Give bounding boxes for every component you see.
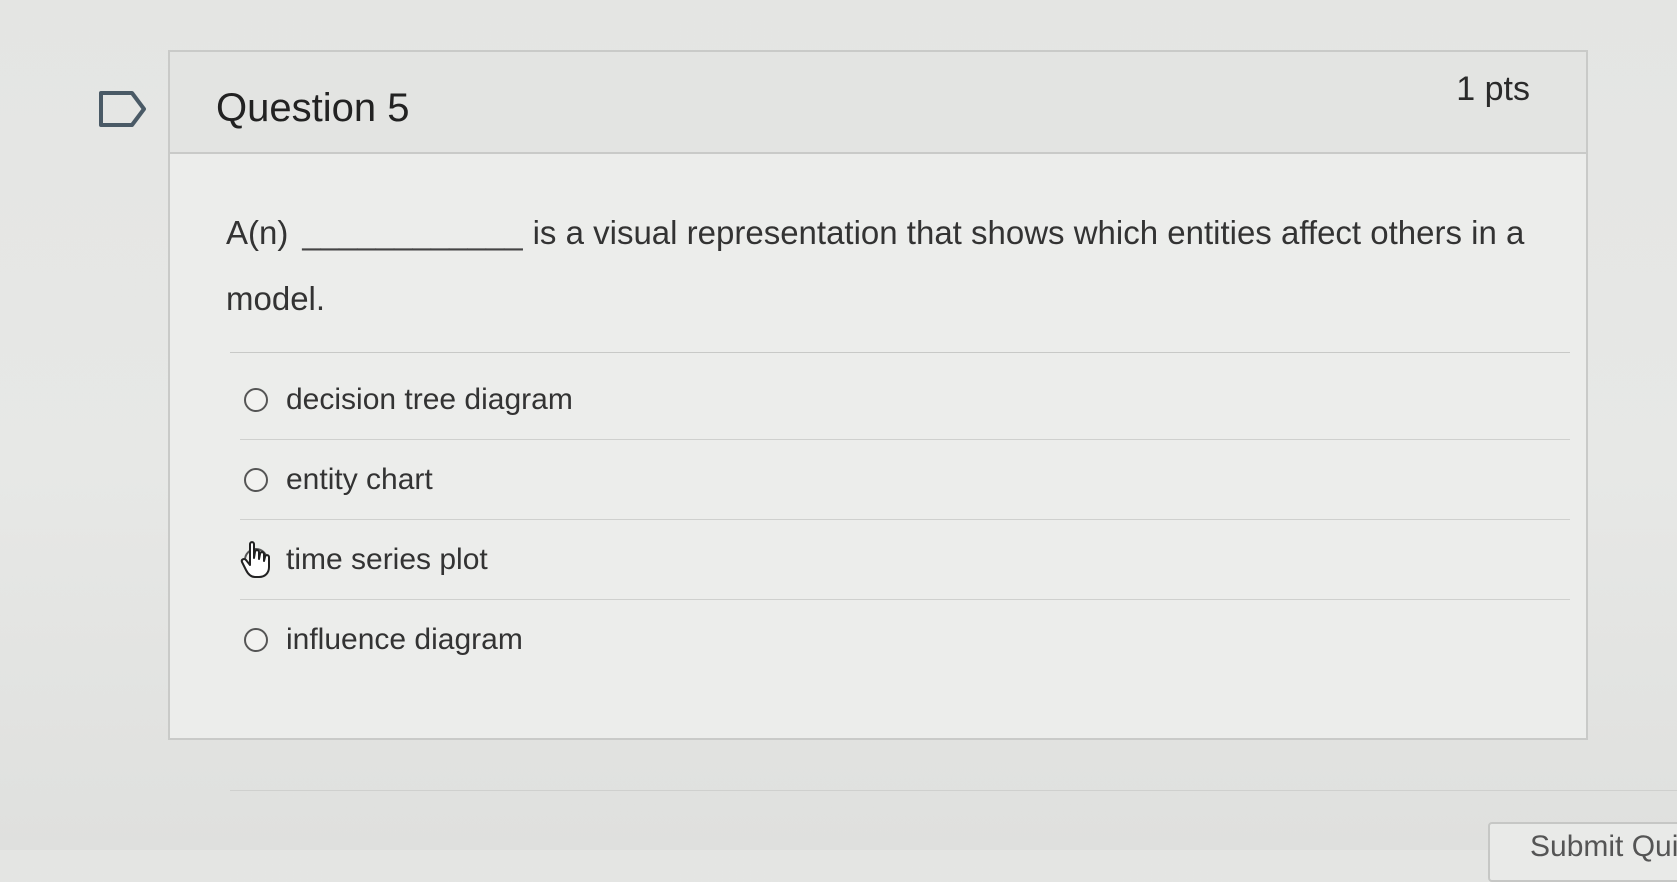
question-text-before: A(n): [226, 214, 289, 251]
answer-radio[interactable]: [244, 467, 268, 492]
question-header: Question 5 1 pts: [170, 52, 1586, 154]
answer-option-entity-chart[interactable]: entity chart: [240, 440, 1570, 520]
submit-quiz-button[interactable]: Submit Quiz: [1488, 822, 1677, 882]
answer-option-time-series-plot[interactable]: time series plot: [240, 520, 1570, 600]
answer-label[interactable]: influence diagram: [286, 623, 523, 657]
answer-label[interactable]: entity chart: [286, 463, 433, 497]
question-blank: ____________: [302, 214, 523, 251]
hand-cursor-icon: [240, 541, 270, 578]
flag-icon[interactable]: [98, 90, 148, 128]
answer-label[interactable]: time series plot: [286, 543, 488, 577]
answer-option-influence-diagram[interactable]: influence diagram: [240, 600, 1570, 679]
answer-label[interactable]: decision tree diagram: [286, 383, 573, 417]
question-card: Question 5 1 pts A(n) ____________ is a vi…: [168, 50, 1588, 740]
answer-list: decision tree diagram entity chart time …: [240, 360, 1570, 679]
answer-radio[interactable]: [244, 627, 268, 652]
submit-quiz-label[interactable]: Submit Quiz: [1530, 830, 1677, 864]
answer-radio[interactable]: [244, 387, 268, 412]
answer-option-decision-tree-diagram[interactable]: decision tree diagram: [240, 360, 1570, 440]
footer-divider: [230, 790, 1677, 791]
question-points: 1 pts: [1456, 70, 1530, 108]
answers-divider: [230, 352, 1570, 353]
question-title: Question 5: [216, 86, 410, 130]
question-text: A(n) ____________ is a visual representati…: [226, 200, 1526, 332]
